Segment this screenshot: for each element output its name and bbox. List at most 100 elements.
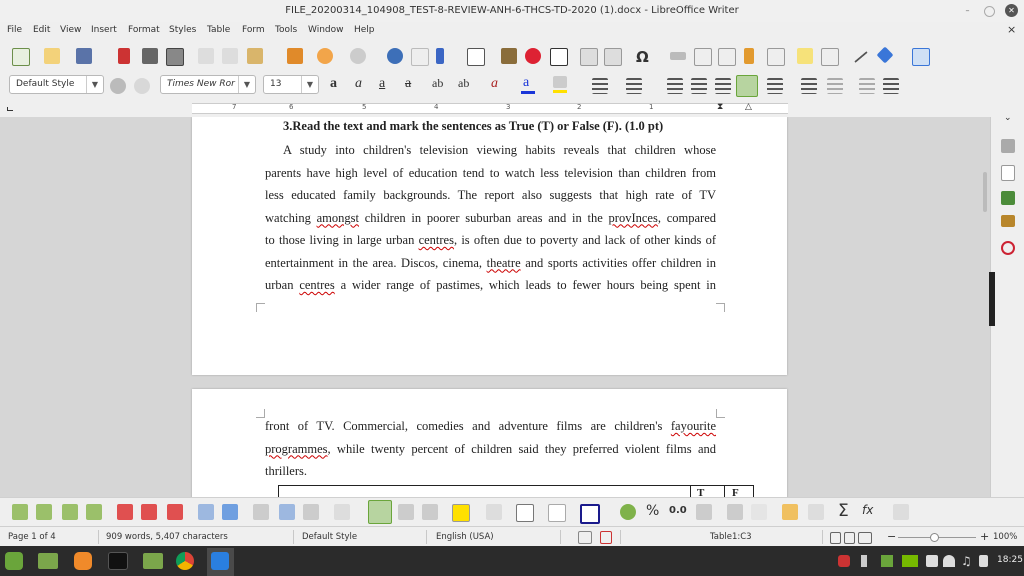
export-pdf-icon[interactable] xyxy=(118,48,130,64)
undo-icon[interactable] xyxy=(317,48,333,64)
bold-icon[interactable]: a xyxy=(330,76,337,92)
menu-tools[interactable]: Tools xyxy=(275,25,297,35)
insert-cross-reference-icon[interactable] xyxy=(767,48,785,66)
insert-footnote-icon[interactable] xyxy=(694,48,712,66)
save-icon[interactable] xyxy=(76,48,92,64)
basic-shapes-icon[interactable] xyxy=(876,46,894,64)
menu-view[interactable]: View xyxy=(60,25,81,35)
insert-textbox-icon[interactable] xyxy=(550,48,568,66)
insert-mode-icon[interactable] xyxy=(578,531,592,544)
cut-icon[interactable] xyxy=(198,48,214,64)
language-status[interactable]: English (USA) xyxy=(436,532,494,542)
number-format-date-icon[interactable] xyxy=(696,504,712,520)
table-dialog-icon[interactable] xyxy=(893,504,909,520)
insert-caption-icon[interactable] xyxy=(782,504,798,520)
clear-formatting-icon[interactable]: a xyxy=(491,76,498,92)
security-shield-icon[interactable] xyxy=(838,555,850,567)
reading-passage-continued[interactable]: front of TV. Commercial, comedies and ad… xyxy=(265,415,716,483)
align-bottom-icon[interactable] xyxy=(422,504,438,520)
terminal-icon[interactable] xyxy=(108,552,128,570)
subscript-icon[interactable]: ab xyxy=(458,76,469,91)
sort-icon[interactable] xyxy=(751,504,767,520)
paste-icon[interactable] xyxy=(247,48,263,64)
underline-icon[interactable]: a xyxy=(379,76,385,92)
firefox-icon[interactable] xyxy=(74,552,92,570)
update-manager-icon[interactable] xyxy=(881,555,893,567)
table-cell-background-icon[interactable] xyxy=(452,504,470,522)
show-draw-functions-icon[interactable] xyxy=(912,48,930,66)
window-titlebar[interactable]: FILE_20200314_104908_TEST-8-REVIEW-ANH-6… xyxy=(0,0,1024,22)
font-color-icon[interactable]: a xyxy=(523,75,529,91)
styles-deck-icon[interactable] xyxy=(1001,191,1015,205)
chrome-icon[interactable] xyxy=(176,552,194,570)
insert-endnote-icon[interactable] xyxy=(718,48,736,66)
increase-paragraph-spacing-icon[interactable] xyxy=(801,78,817,94)
spelling-icon[interactable] xyxy=(411,48,429,66)
indent-marker[interactable]: ⧗ xyxy=(717,102,723,112)
nvidia-icon[interactable] xyxy=(902,555,918,567)
split-table-icon[interactable] xyxy=(303,504,319,520)
sound-icon[interactable]: ♫ xyxy=(961,555,973,567)
show-desktop-icon[interactable] xyxy=(38,553,58,569)
align-top-icon[interactable] xyxy=(368,500,392,524)
line-spacing-icon[interactable] xyxy=(767,78,783,94)
menu-styles[interactable]: Styles xyxy=(169,25,196,35)
merge-cells-icon[interactable] xyxy=(253,504,269,520)
minimize-icon[interactable]: – xyxy=(961,4,974,17)
misspelled-word[interactable]: amongst xyxy=(317,211,359,225)
number-format-currency-icon[interactable] xyxy=(620,504,636,520)
number-format-percent-icon[interactable]: % xyxy=(646,503,659,519)
borders-icon[interactable] xyxy=(516,504,534,522)
formatting-marks-icon[interactable] xyxy=(436,48,444,64)
chevron-down-icon[interactable]: ▼ xyxy=(238,76,255,93)
formula-icon[interactable]: fx xyxy=(862,503,873,517)
insert-columns-before-icon[interactable] xyxy=(62,504,78,520)
horizontal-ruler[interactable]: 7 6 5 4 3 2 1 ⧗ △ xyxy=(0,99,1024,117)
chevron-down-icon[interactable]: ▼ xyxy=(301,76,318,93)
close-window-icon[interactable]: ✕ xyxy=(1005,4,1018,17)
decrease-paragraph-spacing-icon[interactable] xyxy=(827,78,843,94)
insert-columns-after-icon[interactable] xyxy=(86,504,102,520)
copy-icon[interactable] xyxy=(222,48,238,64)
autoformat-styles-icon[interactable] xyxy=(486,504,502,520)
new-style-icon[interactable] xyxy=(134,78,150,94)
misspelled-word[interactable]: provInces xyxy=(609,211,658,225)
font-size-select[interactable]: 13 ▼ xyxy=(263,75,319,94)
paragraph-style-select[interactable]: Default Style ▼ xyxy=(9,75,104,94)
properties-icon[interactable] xyxy=(1001,139,1015,153)
number-format-decimal-label[interactable]: 0.0 xyxy=(669,505,687,516)
insert-chart-icon[interactable] xyxy=(525,48,541,64)
menu-insert[interactable]: Insert xyxy=(91,25,117,35)
find-replace-icon[interactable] xyxy=(387,48,403,64)
close-document-icon[interactable]: × xyxy=(1007,23,1016,36)
align-center-icon[interactable] xyxy=(691,78,707,94)
misspelled-word[interactable]: fayourite xyxy=(671,419,716,433)
table-col-f[interactable]: F xyxy=(724,485,753,497)
center-vertically-icon[interactable] xyxy=(398,504,414,520)
document-modified-icon[interactable] xyxy=(600,531,612,544)
book-view-icon[interactable] xyxy=(858,532,872,544)
chevron-down-icon[interactable]: ▼ xyxy=(86,76,103,93)
justify-icon[interactable] xyxy=(736,75,758,97)
single-page-view-icon[interactable] xyxy=(830,532,841,544)
increase-indent-icon[interactable] xyxy=(859,78,875,94)
clipboard-icon[interactable] xyxy=(926,555,938,567)
zoom-in-icon[interactable]: + xyxy=(980,530,989,543)
document-area[interactable]: 3.Read the text and mark the sentences a… xyxy=(0,117,990,497)
sidebar-menu-icon[interactable]: ⌄ xyxy=(1004,113,1012,123)
border-style-icon[interactable] xyxy=(548,504,566,522)
wifi-icon[interactable] xyxy=(943,555,955,567)
highlighting-icon[interactable] xyxy=(553,76,567,88)
zoom-slider-handle[interactable] xyxy=(930,533,939,542)
table-properties-icon[interactable] xyxy=(808,504,824,520)
page-2[interactable]: front of TV. Commercial, comedies and ad… xyxy=(192,389,787,497)
bullets-icon[interactable] xyxy=(592,78,608,94)
clock[interactable]: 18:25 xyxy=(997,555,1023,565)
insert-page-break-icon[interactable] xyxy=(580,48,598,66)
menu-format[interactable]: Format xyxy=(128,25,160,35)
multi-page-view-icon[interactable] xyxy=(844,532,855,544)
delete-rows-icon[interactable] xyxy=(117,504,133,520)
reading-passage[interactable]: A study into children's television viewi… xyxy=(265,139,716,297)
table-col-t[interactable]: T xyxy=(690,485,725,497)
font-name-select[interactable]: Times New Ror ▼ xyxy=(160,75,256,94)
